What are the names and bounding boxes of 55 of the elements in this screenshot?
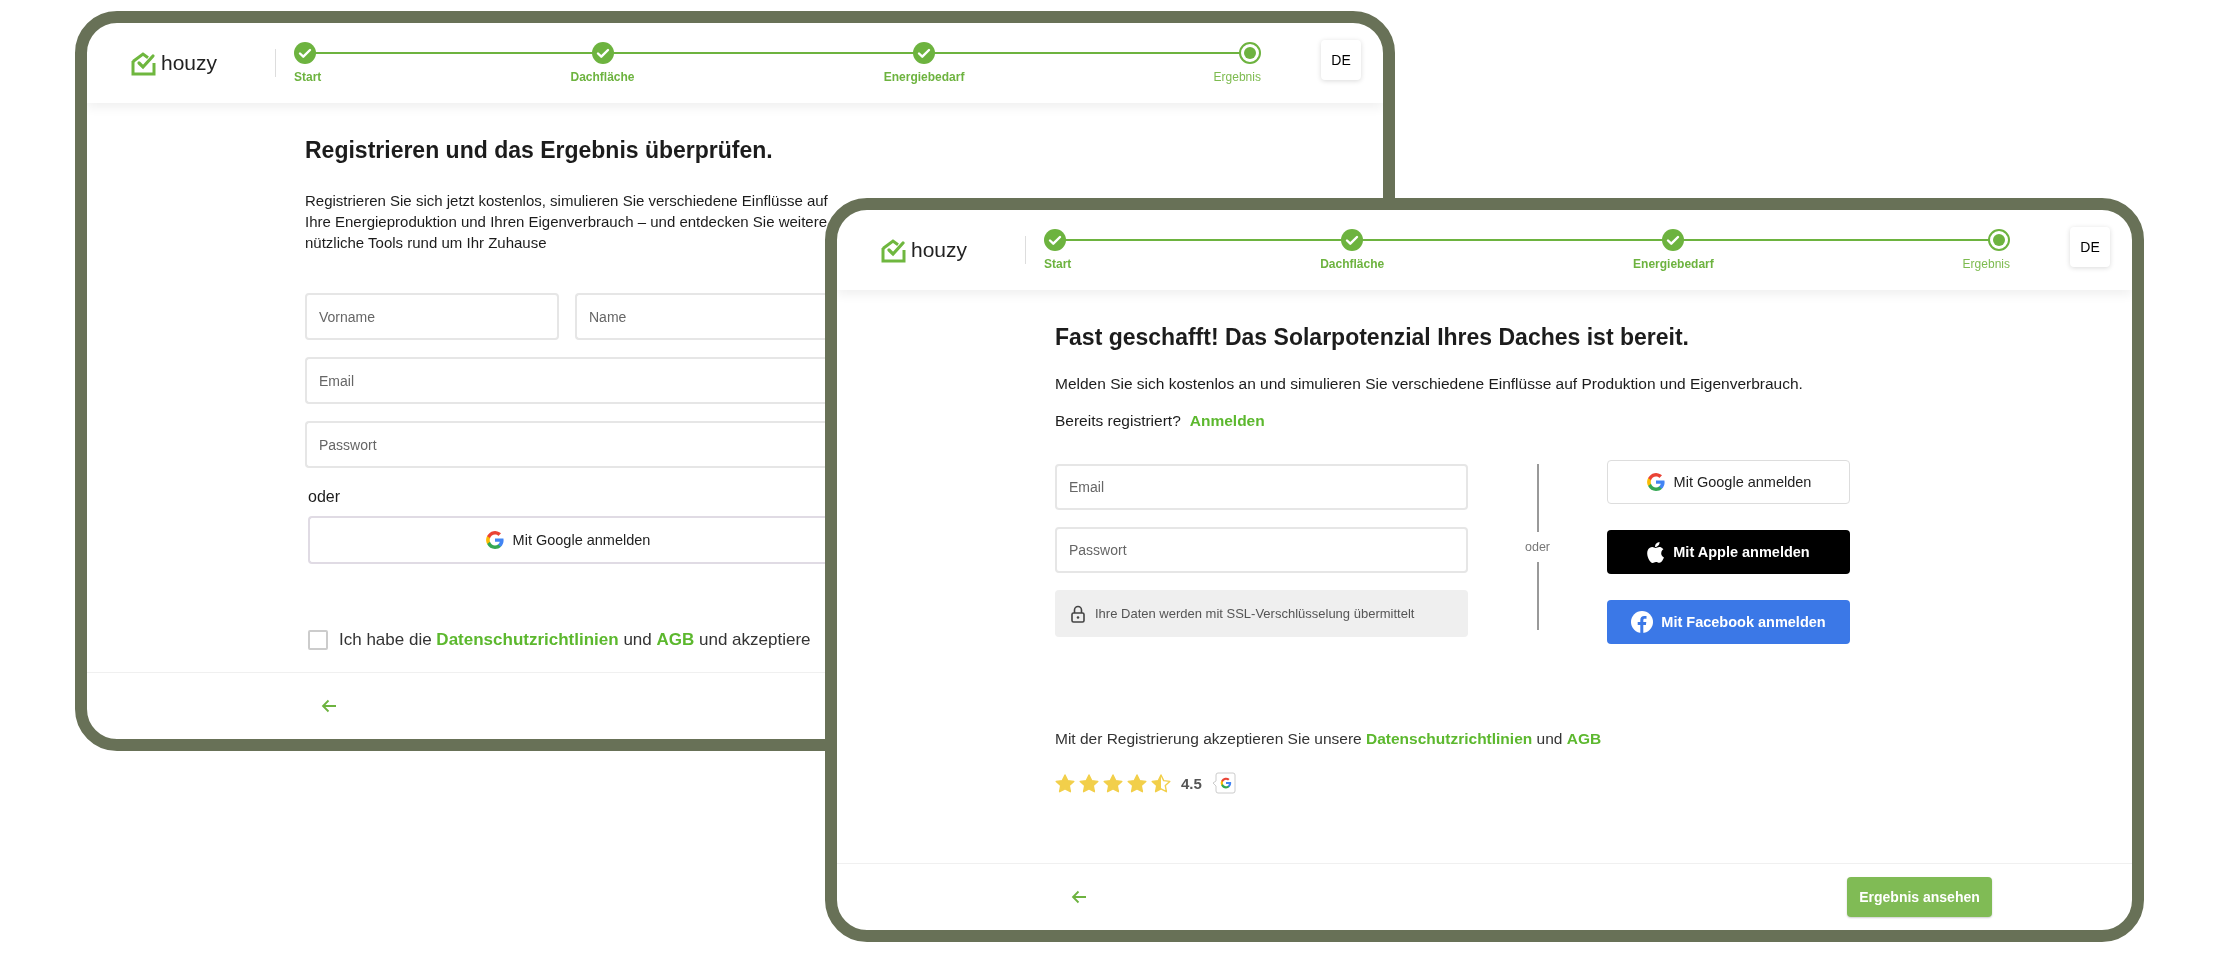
facebook-sign-in-button[interactable]: Mit Facebook anmelden — [1607, 600, 1850, 644]
page-heading: Registrieren und das Ergebnis überprüfen. — [305, 137, 774, 164]
step-label: Start — [1044, 257, 1072, 271]
apple-sign-in-button[interactable]: Mit Apple anmelden — [1607, 530, 1850, 574]
prompt-text: Bereits registriert? — [1055, 412, 1181, 430]
google-icon — [1645, 472, 1666, 492]
lock-icon — [1071, 604, 1085, 623]
input-field[interactable]: Vorname — [305, 293, 559, 340]
input-field[interactable]: Email — [1055, 464, 1468, 510]
consent-text: Ich habe die Datenschutzrichtlinien und AGB und akzeptiere — [339, 630, 811, 650]
facebook-icon — [1631, 611, 1654, 633]
google-sign-in-button[interactable]: Mit Google anmelden — [1607, 460, 1850, 504]
page-heading: Fast geschafft! Das Solarpotenzial Ihres Daches ist bereit. — [1055, 324, 1690, 351]
back-arrow-icon[interactable] — [1071, 890, 1087, 904]
input-field[interactable]: Passwort — [305, 421, 825, 468]
logo-text: houzy — [161, 51, 218, 75]
star-icon — [1103, 773, 1123, 793]
star-icon — [1055, 773, 1075, 793]
input-field[interactable]: Email — [305, 357, 825, 404]
apple-icon — [1647, 541, 1666, 563]
link[interactable]: AGB — [656, 630, 695, 649]
star-icon — [1151, 773, 1171, 793]
link[interactable]: Datenschutzrichtlinien — [436, 630, 619, 649]
step-label: Ergebnis — [1962, 257, 2010, 271]
separator-text: oder — [308, 488, 342, 506]
step-label: Ergebnis — [1213, 70, 1261, 84]
terms-text: Mit der Registrierung akzeptieren Sie unsere Datenschutzrichtlinien und AGB — [1055, 730, 1603, 748]
rating-value: 4.5 — [1181, 774, 1202, 792]
back-arrow-icon[interactable] — [321, 699, 337, 713]
checkbox[interactable] — [308, 630, 328, 650]
star-icon — [1079, 773, 1099, 793]
security-note: Ihre Daten werden mit SSL-Verschlüsselung übermittelt — [1055, 590, 1468, 637]
step-label: Dachfläche — [570, 70, 635, 84]
link[interactable]: AGB — [1566, 730, 1602, 747]
step-label: Energiebedarf — [1633, 257, 1714, 271]
language-button[interactable]: DE — [1321, 40, 1361, 80]
google-review-badge-icon — [1211, 772, 1236, 794]
language-button[interactable]: DE — [2070, 227, 2110, 267]
step-label: Dachfläche — [1320, 257, 1385, 271]
google-icon — [484, 530, 505, 550]
input-field[interactable]: Name — [575, 293, 825, 340]
logo-text: houzy — [911, 238, 968, 262]
house-check-icon — [131, 50, 156, 76]
show-result-button[interactable]: Ergebnis ansehen — [1847, 877, 1992, 917]
separator-text: oder — [1525, 540, 1550, 554]
intro-text: Registrieren Sie sich jetzt kostenlos, simulieren Sie verschiedene Einflüsse auf Ihre Energieproduktion und Ihren Eigenverbrauch – und entdecken Sie weitere nützliche Tools rund um Ihr Zuhause — [305, 191, 829, 253]
google-sign-in-button[interactable]: Mit Google anmelden — [308, 516, 825, 564]
intro-text: Melden Sie sich kostenlos an und simulieren Sie verschiedene Einflüsse auf Produktion und Eigenverbrauch. — [1055, 374, 1804, 394]
input-field[interactable]: Passwort — [1055, 527, 1468, 573]
step-label: Energiebedarf — [883, 70, 965, 84]
star-icon — [1127, 773, 1147, 793]
link[interactable]: Datenschutzrichtlinien — [1366, 730, 1533, 747]
sign-in-link[interactable]: Anmelden — [1189, 412, 1265, 430]
house-check-icon — [881, 237, 906, 263]
step-label: Start — [294, 70, 322, 84]
